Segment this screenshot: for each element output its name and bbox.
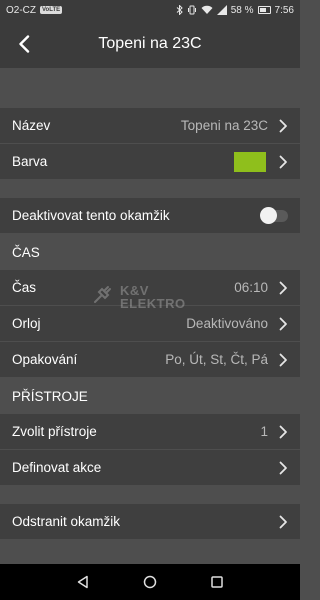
repeat-value: Po, Út, St, Čt, Pá <box>165 352 268 367</box>
color-label: Barva <box>12 154 48 169</box>
battery-icon <box>257 6 271 14</box>
repeat-row[interactable]: Opakování Po, Út, St, Čt, Pá <box>0 342 300 378</box>
chevron-right-icon <box>278 515 288 529</box>
app-bar: Topeni na 23C <box>0 20 300 68</box>
chevron-right-icon <box>278 119 288 133</box>
time-value: 06:10 <box>234 280 268 295</box>
remove-label: Odstranit okamžik <box>12 514 121 529</box>
orloj-label: Orloj <box>12 316 41 331</box>
signal-icon <box>216 5 227 15</box>
name-value: Topeni na 23C <box>180 118 268 133</box>
color-row[interactable]: Barva <box>0 144 300 180</box>
chevron-right-icon <box>278 155 288 169</box>
deactivate-label: Deaktivovat tento okamžik <box>12 208 170 223</box>
name-label: Název <box>12 118 51 133</box>
chevron-right-icon <box>278 461 288 475</box>
chevron-right-icon <box>278 317 288 331</box>
nav-home-icon[interactable] <box>140 572 160 592</box>
define-actions-row[interactable]: Definovat akce <box>0 450 300 486</box>
select-devices-row[interactable]: Zvolit přístroje 1 <box>0 414 300 450</box>
volte-badge: VoLTE <box>40 6 63 14</box>
select-devices-label: Zvolit přístroje <box>12 424 97 439</box>
page-title: Topeni na 23C <box>98 35 202 52</box>
name-row[interactable]: Název Topeni na 23C <box>0 108 300 144</box>
spacer <box>0 486 300 504</box>
back-arrow-icon[interactable] <box>12 32 36 56</box>
chevron-right-icon <box>278 281 288 295</box>
orloj-value: Deaktivováno <box>186 316 268 331</box>
time-row[interactable]: Čas 06:10 <box>0 270 300 306</box>
spacer <box>0 180 300 198</box>
select-devices-count: 1 <box>260 424 268 439</box>
settings-list: Název Topeni na 23C Barva Deaktivovat te… <box>0 108 300 540</box>
clock: 7:56 <box>274 4 294 16</box>
battery-percent: 58 % <box>230 4 254 16</box>
deactivate-toggle[interactable] <box>260 206 288 224</box>
remove-row[interactable]: Odstranit okamžik <box>0 504 300 540</box>
time-label: Čas <box>12 280 37 295</box>
nav-recents-icon[interactable] <box>207 572 227 592</box>
chevron-right-icon <box>278 425 288 439</box>
section-header-devices: PŘÍSTROJE <box>0 378 300 414</box>
define-actions-label: Definovat akce <box>12 460 102 475</box>
section-header-time: ČAS <box>0 234 300 270</box>
toggle-knob <box>260 206 277 224</box>
wifi-icon <box>201 5 213 15</box>
bluetooth-icon <box>176 5 183 15</box>
deactivate-row: Deaktivovat tento okamžik <box>0 198 300 234</box>
system-nav-bar <box>0 564 300 600</box>
vibrate-icon <box>187 5 197 15</box>
color-swatch <box>234 151 266 172</box>
nav-back-icon[interactable] <box>73 572 93 592</box>
carrier-name: O2-CZ <box>6 4 36 16</box>
status-bar: O2-CZ VoLTE 58 % 7:56 <box>0 0 300 20</box>
chevron-right-icon <box>278 353 288 367</box>
orloj-row[interactable]: Orloj Deaktivováno <box>0 306 300 342</box>
repeat-label: Opakování <box>12 352 78 367</box>
